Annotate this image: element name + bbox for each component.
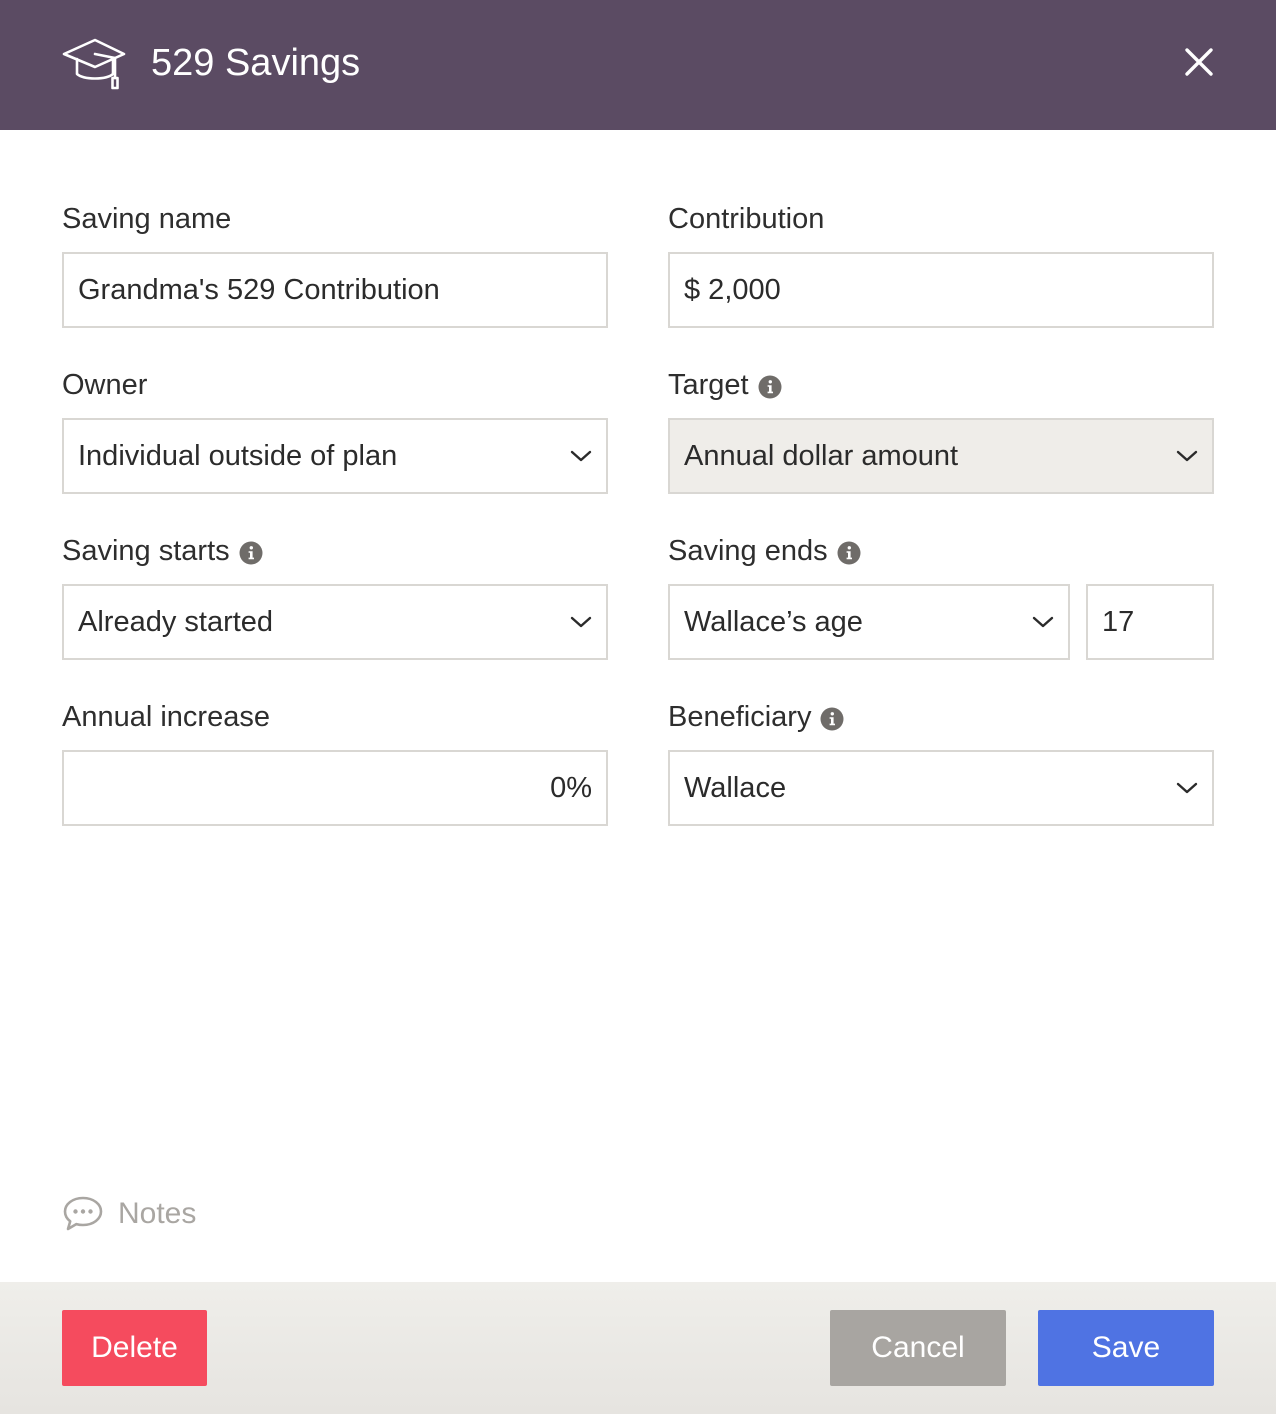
modal-title: 529 Savings (151, 42, 361, 84)
saving-name-label: Saving name (62, 202, 231, 236)
saving-name-input[interactable]: Grandma's 529 Contribution (62, 252, 608, 328)
chevron-down-icon (570, 450, 592, 462)
owner-label-text: Owner (62, 369, 148, 401)
saving-starts-label-text: Saving starts (62, 535, 230, 567)
close-icon[interactable] (1182, 45, 1216, 79)
chevron-down-icon (570, 616, 592, 628)
notes-label: Notes (118, 1197, 197, 1230)
beneficiary-select[interactable]: Wallace (668, 750, 1214, 826)
target-select[interactable]: Annual dollar amount (668, 418, 1214, 494)
saving-ends-label: Saving ends (668, 534, 861, 568)
saving-ends-value: Wallace’s age (684, 605, 863, 638)
beneficiary-label-text: Beneficiary (668, 701, 812, 733)
speech-bubble-icon (63, 1196, 103, 1231)
savings-modal: 529 Savings Saving name Grandma's 529 Co… (0, 0, 1276, 1414)
saving-ends-select[interactable]: Wallace’s age (668, 584, 1070, 660)
chevron-down-icon (1176, 450, 1198, 462)
chevron-down-icon (1176, 782, 1198, 794)
modal-header: 529 Savings (0, 0, 1276, 130)
info-icon[interactable] (820, 707, 844, 731)
chevron-down-icon (1032, 616, 1054, 628)
target-label-text: Target (668, 369, 749, 401)
delete-button[interactable]: Delete (62, 1310, 207, 1386)
owner-select[interactable]: Individual outside of plan (62, 418, 608, 494)
info-icon[interactable] (758, 375, 782, 399)
owner-label: Owner (62, 368, 147, 402)
beneficiary-value: Wallace (684, 771, 787, 804)
cancel-button[interactable]: Cancel (830, 1310, 1006, 1386)
saving-starts-select[interactable]: Already started (62, 584, 608, 660)
annual-increase-label-text: Annual increase (62, 701, 270, 733)
contribution-label-text: Contribution (668, 203, 825, 235)
contribution-value: $ 2,000 (684, 273, 781, 306)
info-icon[interactable] (837, 541, 861, 565)
saving-ends-age-input[interactable]: 17 (1086, 584, 1214, 660)
saving-name-label-text: Saving name (62, 203, 232, 235)
owner-value: Individual outside of plan (78, 439, 398, 472)
target-value: Annual dollar amount (684, 439, 959, 472)
modal-footer: Delete Cancel Save (0, 1282, 1276, 1414)
save-button[interactable]: Save (1038, 1310, 1214, 1386)
annual-increase-input[interactable]: 0% (62, 750, 608, 826)
notes-toggle[interactable]: Notes (62, 1195, 196, 1233)
info-icon[interactable] (239, 541, 263, 565)
saving-starts-label: Saving starts (62, 534, 263, 568)
contribution-label: Contribution (668, 202, 824, 236)
contribution-input[interactable]: $ 2,000 (668, 252, 1214, 328)
graduation-cap-icon (62, 38, 126, 90)
saving-ends-label-text: Saving ends (668, 535, 828, 567)
saving-ends-age-value: 17 (1102, 605, 1135, 638)
beneficiary-label: Beneficiary (668, 700, 844, 734)
saving-name-value: Grandma's 529 Contribution (78, 273, 440, 306)
target-label: Target (668, 368, 782, 402)
annual-increase-value: 0% (550, 771, 592, 804)
annual-increase-label: Annual increase (62, 700, 270, 734)
saving-starts-value: Already started (78, 605, 274, 638)
